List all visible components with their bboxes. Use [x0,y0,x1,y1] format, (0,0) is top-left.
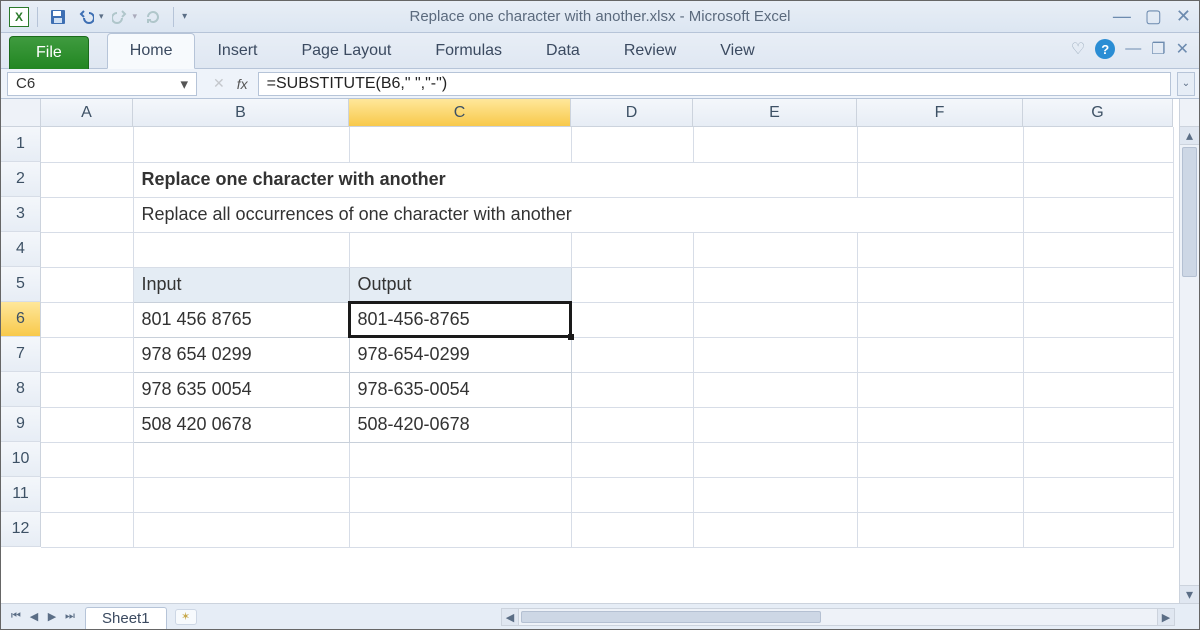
select-all-corner[interactable] [1,99,41,127]
new-sheet-icon[interactable]: ✶ [175,609,197,625]
name-box-value: C6 [16,75,35,92]
vscroll-thumb[interactable] [1182,147,1197,277]
row-headers: 1 2 3 4 5 6 7 8 9 10 11 12 [1,127,41,547]
cell-b9[interactable]: 508 420 0678 [133,407,349,442]
sheet-tab-bar: ⏮ ◀ ▶ ⏭ Sheet1 ✶ ◀ ▶ [1,603,1199,629]
row-header-10[interactable]: 10 [1,442,41,477]
cell-c6-selected[interactable]: 801-456-8765 [349,302,571,337]
scroll-left-icon[interactable]: ◀ [501,608,519,626]
col-header-b[interactable]: B [133,99,349,127]
row-header-1[interactable]: 1 [1,127,41,162]
sheet-nav-prev-icon[interactable]: ◀ [25,608,43,626]
cell-b7[interactable]: 978 654 0299 [133,337,349,372]
ribbon-options-icon[interactable]: ♡ [1071,39,1085,59]
row-header-11[interactable]: 11 [1,477,41,512]
file-tab[interactable]: File [9,36,89,69]
cells-area[interactable]: Replace one character with another Repla… [41,127,1179,603]
tab-insert[interactable]: Insert [195,34,279,68]
tab-data[interactable]: Data [524,34,602,68]
sheet-nav-next-icon[interactable]: ▶ [43,608,61,626]
cell-c5-header-output[interactable]: Output [349,267,571,302]
maximize-icon[interactable]: ▢ [1145,6,1162,27]
scroll-down-icon[interactable]: ▾ [1180,585,1199,603]
refresh-icon[interactable] [141,5,165,29]
vscroll-track[interactable] [1180,145,1199,585]
help-icon[interactable]: ? [1095,39,1115,59]
cell-c9[interactable]: 508-420-0678 [349,407,571,442]
title-bar: X ▾ ▾ ▾ Replace one character with anoth… [1,1,1199,33]
formula-text: =SUBSTITUTE(B6," ","-") [267,75,448,93]
col-header-d[interactable]: D [571,99,693,127]
tab-review[interactable]: Review [602,34,698,68]
row-header-5[interactable]: 5 [1,267,41,302]
sheet-nav-last-icon[interactable]: ⏭ [61,608,79,626]
formula-bar: C6 ▾ ✕ fx =SUBSTITUTE(B6," ","-") ⌄ [1,69,1199,99]
row-header-12[interactable]: 12 [1,512,41,547]
name-box-dropdown-icon[interactable]: ▾ [180,75,188,93]
scroll-up-icon[interactable]: ▴ [1180,127,1199,145]
doc-close-icon[interactable]: ✕ [1176,39,1189,59]
col-header-e[interactable]: E [693,99,857,127]
sheet-tab-sheet1[interactable]: Sheet1 [85,607,167,629]
row-header-2[interactable]: 2 [1,162,41,197]
undo-icon[interactable] [74,5,98,29]
excel-icon[interactable]: X [9,7,29,27]
row-header-3[interactable]: 3 [1,197,41,232]
redo-icon[interactable] [108,5,132,29]
hscroll-track[interactable] [519,608,1157,626]
spreadsheet-grid: 1 2 3 4 5 6 7 8 9 10 11 12 A B C D E F G [1,99,1199,603]
cell-c7[interactable]: 978-654-0299 [349,337,571,372]
formula-bar-expand-icon[interactable]: ⌄ [1177,72,1195,96]
sheet-nav-first-icon[interactable]: ⏮ [7,608,25,626]
formula-input[interactable]: =SUBSTITUTE(B6," ","-") [258,72,1171,96]
cell-b5-header-input[interactable]: Input [133,267,349,302]
row-header-4[interactable]: 4 [1,232,41,267]
row-header-9[interactable]: 9 [1,407,41,442]
hscroll-thumb[interactable] [521,611,821,623]
col-header-c[interactable]: C [349,99,571,127]
row-header-6[interactable]: 6 [1,302,41,337]
close-icon[interactable]: ✕ [1176,6,1191,27]
quick-access-toolbar: X ▾ ▾ ▾ [9,5,187,29]
vertical-scrollbar[interactable]: ▴ ▾ [1179,99,1199,603]
fx-icon[interactable]: fx [237,76,248,92]
save-icon[interactable] [46,5,70,29]
name-box[interactable]: C6 ▾ [7,72,197,96]
tab-formulas[interactable]: Formulas [413,34,524,68]
row-header-7[interactable]: 7 [1,337,41,372]
cancel-formula-icon[interactable]: ✕ [213,75,225,92]
cell-c8[interactable]: 978-635-0054 [349,372,571,407]
tab-page-layout[interactable]: Page Layout [279,34,413,68]
horizontal-scrollbar[interactable]: ◀ ▶ [501,608,1175,626]
col-header-a[interactable]: A [41,99,133,127]
tab-view[interactable]: View [698,34,776,68]
col-header-g[interactable]: G [1023,99,1173,127]
minimize-icon[interactable]: — [1113,6,1131,27]
cell-b8[interactable]: 978 635 0054 [133,372,349,407]
cell-b6[interactable]: 801 456 8765 [133,302,349,337]
scroll-right-icon[interactable]: ▶ [1157,608,1175,626]
doc-minimize-icon[interactable]: — [1125,40,1141,58]
tab-home[interactable]: Home [107,33,196,69]
cell-b3-subtitle[interactable]: Replace all occurrences of one character… [133,197,1023,232]
column-headers: A B C D E F G [41,99,1179,127]
row-header-8[interactable]: 8 [1,372,41,407]
doc-restore-icon[interactable]: ❐ [1151,39,1165,59]
col-header-f[interactable]: F [857,99,1023,127]
cell-b2-title[interactable]: Replace one character with another [133,162,857,197]
ribbon-tabs: File Home Insert Page Layout Formulas Da… [1,33,1199,69]
